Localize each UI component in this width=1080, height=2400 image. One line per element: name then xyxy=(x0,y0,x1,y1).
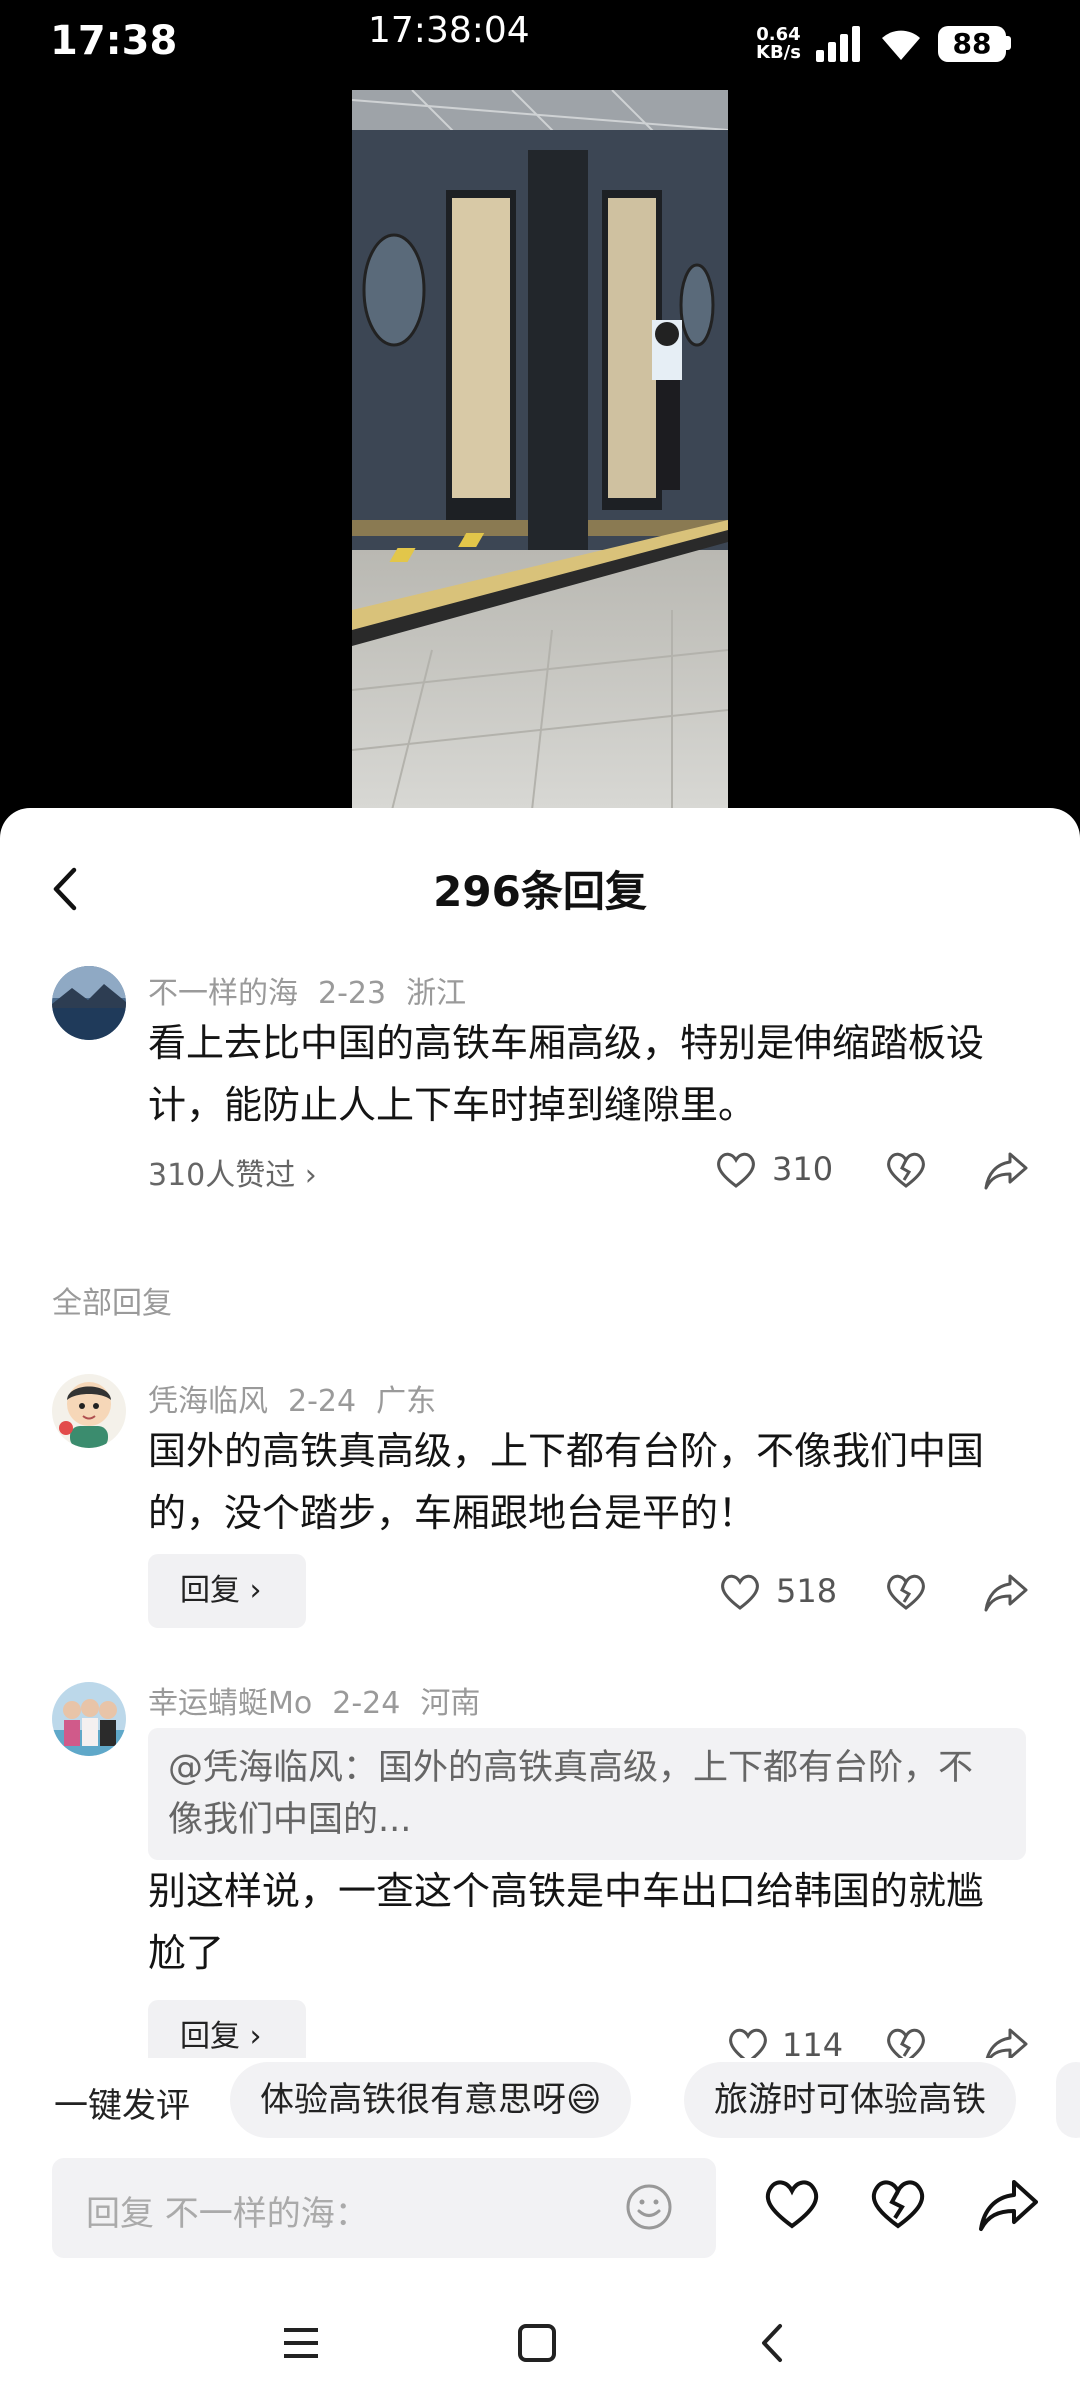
system-nav-bar xyxy=(0,2284,1080,2400)
reply-input-placeholder: 回复 不一样的海： xyxy=(86,2194,369,2234)
reply-item: 幸运蜻蜓Mo 2-24 河南 @凭海临风：国外的高铁真高级，上下都有台阶，不像我们中… xyxy=(0,1674,1080,2058)
status-bar: 17:38 17:38:04 0.64 KB/s 88 xyxy=(0,0,1080,90)
broken-heart-icon[interactable] xyxy=(884,2024,928,2058)
like-count: 114 xyxy=(782,2026,844,2058)
comment-date: 2-24 xyxy=(332,1686,401,1721)
avatar[interactable] xyxy=(52,1682,126,1756)
avatar[interactable] xyxy=(52,1374,126,1448)
quick-reply-chip-partial[interactable] xyxy=(1056,2062,1080,2138)
back-icon[interactable] xyxy=(752,2322,794,2364)
emoji-icon[interactable] xyxy=(624,2182,674,2232)
likers-label: 310人赞过 xyxy=(148,1158,296,1193)
author-name[interactable]: 不一样的海 xyxy=(148,976,298,1011)
comment-meta: 幸运蜻蜓Mo 2-24 河南 xyxy=(148,1678,500,1722)
comment-text[interactable]: 别这样说，一查这个高铁是中车出口给韩国的就尴尬了 xyxy=(148,1860,1008,1984)
signal-icon xyxy=(816,26,860,62)
likers-link[interactable]: 310人赞过 › xyxy=(148,1150,317,1194)
heart-icon[interactable] xyxy=(762,2174,822,2234)
video-frame-image xyxy=(352,90,728,810)
home-icon[interactable] xyxy=(516,2322,558,2364)
reply-input-bar: 回复 不一样的海： xyxy=(0,2144,1080,2284)
comment-location: 浙江 xyxy=(406,976,467,1011)
reply-item: 凭海临风 2-24 广东 国外的高铁真高级，上下都有台阶，不像我们中国的，没个踏步，… xyxy=(0,1364,1080,1634)
author-name[interactable]: 幸运蜻蜓Mo xyxy=(148,1686,312,1721)
comment-meta: 不一样的海 2-23 浙江 xyxy=(148,968,486,1012)
comment-text[interactable]: 看上去比中国的高铁车厢高级，特别是伸缩踏板设计，能防止人上下车时掉到缝隙里。 xyxy=(148,1012,1008,1136)
reply-input[interactable]: 回复 不一样的海： xyxy=(52,2158,716,2258)
quick-reply-chip[interactable]: 旅游时可体验高铁 xyxy=(684,2062,1016,2138)
share-icon[interactable] xyxy=(978,2174,1038,2234)
status-clock: 17:38:04 xyxy=(368,10,530,51)
heart-icon[interactable] xyxy=(718,1570,762,1614)
sheet-title: 296条回复 xyxy=(433,867,647,916)
quick-reply-label: 一键发评 xyxy=(54,2086,190,2126)
avatar-lake-image xyxy=(52,966,126,1040)
broken-heart-icon[interactable] xyxy=(884,1570,928,1614)
network-speed: 0.64 KB/s xyxy=(756,26,801,62)
comment-date: 2-23 xyxy=(318,976,387,1011)
quick-reply-chip[interactable]: 体验高铁很有意思呀😄 xyxy=(230,2062,632,2138)
share-icon[interactable] xyxy=(984,1570,1028,1614)
heart-icon[interactable] xyxy=(726,2024,770,2058)
heart-icon[interactable] xyxy=(714,1148,758,1192)
broken-heart-icon[interactable] xyxy=(868,2174,928,2234)
reply-button-label: 回复 xyxy=(180,1573,240,1608)
quoted-reply[interactable]: @凭海临风：国外的高铁真高级，上下都有台阶，不像我们中国的... xyxy=(148,1728,1026,1860)
quick-reply-bar: 一键发评 体验高铁很有意思呀😄 旅游时可体验高铁 xyxy=(0,2058,1080,2142)
section-label: 全部回复 xyxy=(52,1286,172,1321)
video-player[interactable] xyxy=(352,90,728,810)
network-speed-unit: KB/s xyxy=(756,42,801,63)
reply-button-label: 回复 xyxy=(180,2019,240,2054)
share-icon[interactable] xyxy=(984,2024,1028,2058)
comment-date: 2-24 xyxy=(288,1384,357,1419)
share-icon[interactable] xyxy=(984,1148,1028,1192)
battery-indicator: 88 xyxy=(938,26,1006,62)
comment-actions: 回复 › 518 xyxy=(0,1554,1080,1628)
replies-sheet: 296条回复 不一样的海 2-23 浙江 看上去比中国的高铁车厢高级，特别是伸缩踏板… xyxy=(0,808,1080,2400)
wifi-icon xyxy=(882,30,920,60)
like-count: 310 xyxy=(772,1150,834,1188)
menu-icon[interactable] xyxy=(280,2322,322,2364)
comment-meta: 凭海临风 2-24 广东 xyxy=(148,1376,456,1420)
like-count: 518 xyxy=(776,1572,838,1610)
sheet-header: 296条回复 xyxy=(0,848,1080,928)
avatar[interactable] xyxy=(52,966,126,1040)
reply-button[interactable]: 回复 › xyxy=(148,1554,306,1628)
status-time: 17:38 xyxy=(50,18,178,64)
broken-heart-icon[interactable] xyxy=(884,1148,928,1192)
root-comment: 不一样的海 2-23 浙江 看上去比中国的高铁车厢高级，特别是伸缩踏板设计，能防止人… xyxy=(0,960,1080,1210)
reply-button[interactable]: 回复 › xyxy=(148,2000,306,2058)
comment-actions: 310人赞过 › 310 xyxy=(0,1140,1080,1200)
comment-actions: 回复 › 114 xyxy=(0,2000,1080,2058)
avatar-group-photo xyxy=(52,1682,126,1756)
battery-tip xyxy=(1006,36,1011,50)
comment-text[interactable]: 国外的高铁真高级，上下都有台阶，不像我们中国的，没个踏步，车厢跟地台是平的！ xyxy=(148,1420,1008,1544)
author-name[interactable]: 凭海临风 xyxy=(148,1384,268,1419)
comment-location: 河南 xyxy=(420,1686,481,1721)
comment-location: 广东 xyxy=(376,1384,437,1419)
avatar-cartoon-image xyxy=(52,1374,126,1448)
